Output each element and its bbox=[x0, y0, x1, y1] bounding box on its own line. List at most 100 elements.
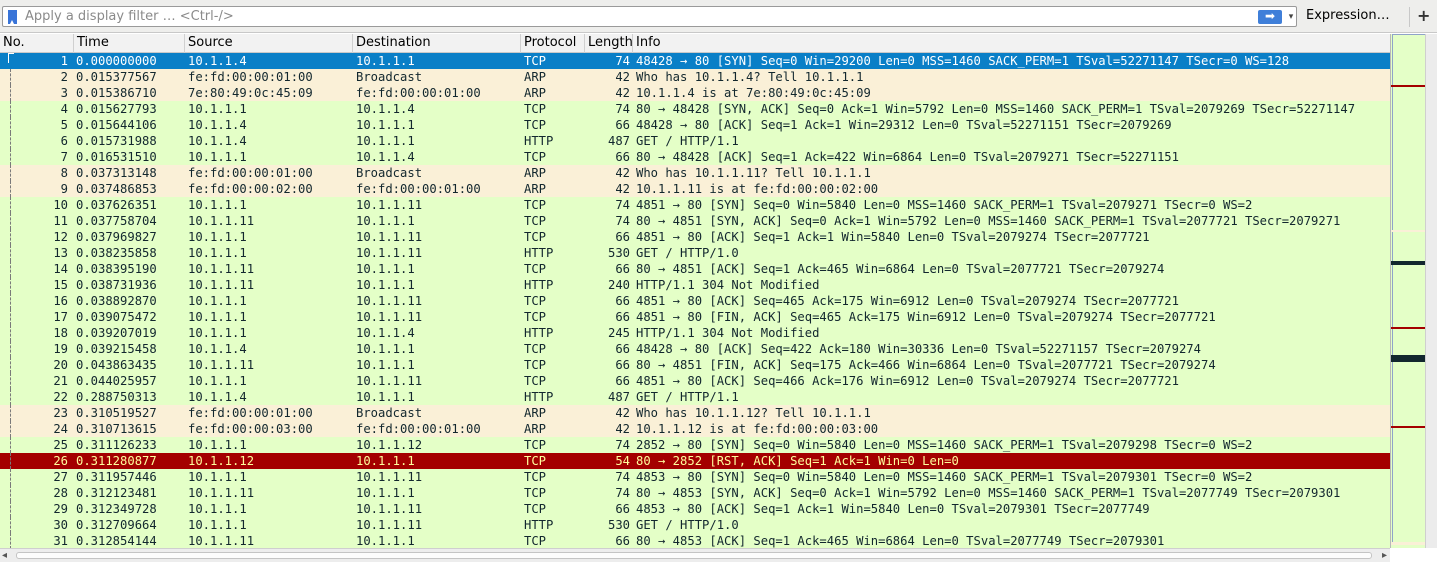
packet-row[interactable]: 23 0.310519527 fe:fd:00:00:01:00 Broadcast A… bbox=[0, 405, 1390, 421]
packet-protocol: ARP bbox=[524, 70, 547, 84]
packet-source: 10.1.1.1 bbox=[188, 246, 247, 260]
packet-info: 80 → 2852 [RST, ACK] Seq=1 Ack=1 Win=0 L… bbox=[636, 454, 959, 468]
packet-row[interactable]: 20 0.043863435 10.1.1.11 10.1.1.1 TCP 66 80 → … bbox=[0, 357, 1390, 373]
packet-row[interactable]: 15 0.038731936 10.1.1.11 10.1.1.1 HTTP 240 HTT… bbox=[0, 277, 1390, 293]
horizontal-scroll-thumb[interactable] bbox=[16, 552, 1372, 559]
packet-row[interactable]: 5 0.015644106 10.1.1.4 10.1.1.1 TCP 66 48428 →… bbox=[0, 117, 1390, 133]
packet-protocol: ARP bbox=[524, 406, 547, 420]
filter-history-dropdown[interactable]: ▾ bbox=[1286, 10, 1296, 24]
vertical-scrollbar[interactable] bbox=[1425, 34, 1437, 548]
column-header-source[interactable]: Source bbox=[185, 34, 353, 53]
packet-row[interactable]: 21 0.044025957 10.1.1.1 10.1.1.11 TCP 66 4851 … bbox=[0, 373, 1390, 389]
packet-number: 1 bbox=[60, 54, 68, 68]
packet-info: 80 → 4851 [FIN, ACK] Seq=175 Ack=466 Win… bbox=[636, 358, 1216, 372]
packet-row[interactable]: 27 0.311957446 10.1.1.1 10.1.1.11 TCP 74 4853 … bbox=[0, 469, 1390, 485]
packet-row[interactable]: 24 0.310713615 fe:fd:00:00:03:00 fe:fd:00:0… bbox=[0, 421, 1390, 437]
column-header-info[interactable]: Info bbox=[633, 34, 1390, 53]
packet-number: 29 bbox=[53, 502, 68, 516]
packet-row[interactable]: 13 0.038235858 10.1.1.1 10.1.1.11 HTTP 530 GET… bbox=[0, 245, 1390, 261]
packet-protocol: TCP bbox=[524, 454, 547, 468]
packet-row[interactable]: 17 0.039075472 10.1.1.1 10.1.1.11 TCP 66 4851 … bbox=[0, 309, 1390, 325]
packet-time: 0.310519527 bbox=[76, 406, 157, 420]
packet-row[interactable]: 9 0.037486853 fe:fd:00:00:02:00 fe:fd:00:00… bbox=[0, 181, 1390, 197]
packet-row[interactable]: 14 0.038395190 10.1.1.11 10.1.1.1 TCP 66 80 → … bbox=[0, 261, 1390, 277]
packet-row[interactable]: 29 0.312349728 10.1.1.1 10.1.1.11 TCP 66 4853 … bbox=[0, 501, 1390, 517]
packet-destination: 10.1.1.4 bbox=[356, 326, 415, 340]
packet-row[interactable]: 3 0.015386710 7e:80:49:0c:45:09 fe:fd:00:00… bbox=[0, 85, 1390, 101]
packet-destination: fe:fd:00:00:01:00 bbox=[356, 182, 481, 196]
packet-protocol: TCP bbox=[524, 118, 547, 132]
packet-info: GET / HTTP/1.1 bbox=[636, 134, 739, 148]
packet-time: 0.037758704 bbox=[76, 214, 157, 228]
packet-row[interactable]: 22 0.288750313 10.1.1.4 10.1.1.1 HTTP 487 GET … bbox=[0, 389, 1390, 405]
packet-destination: fe:fd:00:00:01:00 bbox=[356, 86, 481, 100]
packet-destination: Broadcast bbox=[356, 406, 423, 420]
packet-list[interactable]: No. Time Source Destination Protocol Len… bbox=[0, 34, 1390, 548]
packet-destination: 10.1.1.11 bbox=[356, 198, 423, 212]
expression-button[interactable]: Expression… bbox=[1306, 8, 1390, 26]
scroll-left-icon[interactable]: ◂ bbox=[2, 550, 7, 561]
packet-row[interactable]: 6 0.015731988 10.1.1.4 10.1.1.1 HTTP 487 GET /… bbox=[0, 133, 1390, 149]
packet-row[interactable]: 11 0.037758704 10.1.1.11 10.1.1.1 TCP 74 80 → … bbox=[0, 213, 1390, 229]
packet-source: 10.1.1.11 bbox=[188, 214, 255, 228]
bookmark-icon[interactable] bbox=[8, 10, 17, 24]
packet-row[interactable]: 25 0.311126233 10.1.1.1 10.1.1.12 TCP 74 2852 … bbox=[0, 437, 1390, 453]
packet-row[interactable]: 4 0.015627793 10.1.1.1 10.1.1.4 TCP 74 80 → 48… bbox=[0, 101, 1390, 117]
packet-row[interactable]: 7 0.016531510 10.1.1.1 10.1.1.4 TCP 66 80 → 48… bbox=[0, 149, 1390, 165]
packet-row[interactable]: 8 0.037313148 fe:fd:00:00:01:00 Broadcast AR… bbox=[0, 165, 1390, 181]
packet-row[interactable]: 12 0.037969827 10.1.1.1 10.1.1.11 TCP 66 4851 … bbox=[0, 229, 1390, 245]
packet-info: 4851 → 80 [FIN, ACK] Seq=465 Ack=175 Win… bbox=[636, 310, 1216, 324]
column-header-destination[interactable]: Destination bbox=[353, 34, 521, 53]
packet-source: 10.1.1.11 bbox=[188, 486, 255, 500]
packet-row[interactable]: 16 0.038892870 10.1.1.1 10.1.1.11 TCP 66 4851 … bbox=[0, 293, 1390, 309]
packet-destination: 10.1.1.4 bbox=[356, 102, 415, 116]
packet-destination: 10.1.1.12 bbox=[356, 438, 423, 452]
packet-row[interactable]: 19 0.039215458 10.1.1.4 10.1.1.1 TCP 66 48428 … bbox=[0, 341, 1390, 357]
packet-source: 7e:80:49:0c:45:09 bbox=[188, 86, 313, 100]
apply-filter-button[interactable]: ➡ bbox=[1258, 10, 1282, 24]
packet-info: 80 → 48428 [SYN, ACK] Seq=0 Ack=1 Win=57… bbox=[636, 102, 1356, 116]
add-filter-button[interactable]: + bbox=[1417, 6, 1430, 25]
packet-number: 31 bbox=[53, 534, 68, 548]
packet-row[interactable]: 10 0.037626351 10.1.1.1 10.1.1.11 TCP 74 4851 … bbox=[0, 197, 1390, 213]
packet-row[interactable]: 28 0.312123481 10.1.1.11 10.1.1.1 TCP 74 80 → … bbox=[0, 485, 1390, 501]
packet-info: Who has 10.1.1.4? Tell 10.1.1.1 bbox=[636, 70, 864, 84]
display-filter-box[interactable]: ➡ ▾ bbox=[2, 6, 1297, 27]
packet-source: 10.1.1.4 bbox=[188, 342, 247, 356]
packet-length: 66 bbox=[615, 358, 630, 372]
packet-number: 27 bbox=[53, 470, 68, 484]
packet-time: 0.016531510 bbox=[76, 150, 157, 164]
column-header-protocol[interactable]: Protocol bbox=[521, 34, 585, 53]
packet-info: 4851 → 80 [SYN] Seq=0 Win=5840 Len=0 MSS… bbox=[636, 198, 1253, 212]
packet-info: 48428 → 80 [ACK] Seq=422 Ack=180 Win=303… bbox=[636, 342, 1201, 356]
packet-number: 23 bbox=[53, 406, 68, 420]
packet-row[interactable]: 18 0.039207019 10.1.1.1 10.1.1.4 HTTP 245 HTTP… bbox=[0, 325, 1390, 341]
packet-destination: 10.1.1.1 bbox=[356, 390, 415, 404]
column-header-length[interactable]: Length bbox=[585, 34, 633, 53]
packet-destination: 10.1.1.1 bbox=[356, 358, 415, 372]
horizontal-scrollbar[interactable]: ◂ ▸ bbox=[0, 548, 1390, 562]
packet-protocol: TCP bbox=[524, 102, 547, 116]
column-header-time[interactable]: Time bbox=[74, 34, 185, 53]
display-filter-input[interactable] bbox=[25, 8, 1250, 25]
packet-length: 74 bbox=[615, 102, 630, 116]
packet-row[interactable]: 26 0.311280877 10.1.1.12 10.1.1.1 TCP 54 80 → … bbox=[0, 453, 1390, 469]
packet-number: 10 bbox=[53, 198, 68, 212]
packet-row[interactable]: 2 0.015377567 fe:fd:00:00:01:00 Broadcast AR… bbox=[0, 69, 1390, 85]
packet-destination: 10.1.1.11 bbox=[356, 518, 423, 532]
packet-source: fe:fd:00:00:01:00 bbox=[188, 166, 313, 180]
packet-number: 17 bbox=[53, 310, 68, 324]
packet-source: 10.1.1.1 bbox=[188, 230, 247, 244]
packet-destination: 10.1.1.1 bbox=[356, 134, 415, 148]
packet-row[interactable]: 30 0.312709664 10.1.1.1 10.1.1.11 HTTP 530 GET… bbox=[0, 517, 1390, 533]
scroll-right-icon[interactable]: ▸ bbox=[1382, 550, 1387, 561]
toolbar-separator bbox=[1409, 7, 1410, 27]
packet-number: 24 bbox=[53, 422, 68, 436]
packet-length: 66 bbox=[615, 310, 630, 324]
column-header-no[interactable]: No. bbox=[0, 34, 74, 53]
packet-row[interactable]: 31 0.312854144 10.1.1.11 10.1.1.1 TCP 66 80 → … bbox=[0, 533, 1390, 548]
packet-destination: fe:fd:00:00:01:00 bbox=[356, 422, 481, 436]
packet-row[interactable]: 1 0.000000000 10.1.1.4 10.1.1.1 TCP 74 48428 →… bbox=[0, 53, 1390, 69]
packet-length: 66 bbox=[615, 230, 630, 244]
packet-length: 240 bbox=[607, 278, 630, 292]
